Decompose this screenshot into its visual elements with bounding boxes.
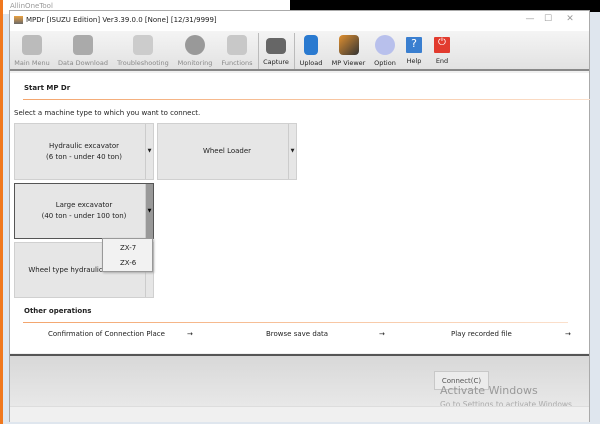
menu-item-zx-6[interactable]: ZX-6 — [120, 259, 136, 267]
download-icon — [73, 35, 93, 55]
machine-label: Wheel Loader — [202, 147, 252, 155]
machine-sublabel: (40 ton - under 100 ton) — [41, 212, 127, 220]
background-window-title: AllinOneTool — [10, 2, 53, 10]
machine-wheel-loader[interactable]: Wheel Loader ▼ — [157, 123, 297, 180]
large-excavator-dropdown-menu: ZX-7 ZX-6 — [102, 238, 153, 272]
maximize-button[interactable]: ☐ — [538, 14, 558, 24]
arrow-icon[interactable]: → — [565, 330, 571, 338]
instruction-text: Select a machine type to which you want … — [14, 109, 201, 117]
arrow-icon[interactable]: → — [379, 330, 385, 338]
toolbar-functions[interactable]: Functions — [219, 33, 255, 69]
toolbar-mp-viewer[interactable]: MP Viewer — [330, 33, 367, 69]
minimize-button[interactable]: — — [520, 14, 540, 24]
toolbar-help[interactable]: ? Help — [403, 33, 425, 69]
machine-label: Large excavator — [55, 201, 113, 209]
toolbar-separator — [294, 33, 295, 69]
window-title: MPDr [ISUZU Edition] Ver3.39.0.0 [None] … — [26, 16, 217, 24]
machine-sublabel: (6 ton - under 40 ton) — [46, 152, 122, 161]
close-button[interactable]: ✕ — [560, 14, 580, 24]
menu-item-zx-7[interactable]: ZX-7 — [120, 244, 136, 252]
status-bar — [10, 406, 589, 422]
gauge-icon — [185, 35, 205, 55]
content-panel: Start MP Dr Select a machine type to whi… — [10, 73, 590, 353]
machine-large-excavator[interactable]: Large excavator (40 ton - under 100 ton) ▼ — [14, 183, 154, 239]
dropdown-arrow-icon[interactable]: ▼ — [145, 184, 153, 238]
toolbar-troubleshooting[interactable]: Troubleshooting — [116, 33, 170, 69]
activate-windows-title: Activate Windows — [440, 384, 538, 397]
other-operations-heading: Other operations — [24, 307, 92, 315]
functions-icon — [227, 35, 247, 55]
upload-icon — [304, 35, 318, 55]
toolbar-capture[interactable]: Capture — [261, 33, 291, 69]
bottom-panel: Connect(C) Activate Windows Go to Settin… — [10, 354, 589, 409]
toolbar-main-menu[interactable]: Main Menu — [13, 33, 51, 69]
heading-divider — [23, 99, 590, 100]
toolbar-end[interactable]: ⏻ End — [431, 33, 453, 69]
link-confirmation-of-connection-place[interactable]: Confirmation of Connection Place — [48, 330, 165, 338]
machine-label: Hydraulic excavator — [48, 141, 120, 150]
other-divider — [23, 322, 568, 323]
app-icon — [14, 16, 23, 24]
stethoscope-icon — [133, 35, 153, 55]
arrow-icon[interactable]: → — [187, 330, 193, 338]
toolbar: Main Menu Data Download Troubleshooting … — [10, 31, 589, 71]
link-play-recorded-file[interactable]: Play recorded file — [451, 330, 512, 338]
help-icon: ? — [406, 37, 422, 53]
background-accent-strip — [0, 0, 3, 424]
start-heading: Start MP Dr — [24, 84, 71, 92]
toolbar-data-download[interactable]: Data Download — [57, 33, 109, 69]
dropdown-arrow-icon[interactable]: ▼ — [288, 124, 296, 179]
power-icon: ⏻ — [434, 37, 450, 53]
dropdown-arrow-icon[interactable]: ▼ — [145, 124, 153, 179]
link-browse-save-data[interactable]: Browse save data — [266, 330, 328, 338]
toolbar-option[interactable]: Option — [371, 33, 399, 69]
toolbar-separator — [258, 33, 259, 69]
computer-icon — [22, 35, 42, 55]
toolbar-monitoring[interactable]: Monitoring — [175, 33, 215, 69]
camera-icon — [266, 38, 286, 54]
toolbar-upload[interactable]: Upload — [298, 33, 324, 69]
gear-icon — [375, 35, 395, 55]
mpdr-window: MPDr [ISUZU Edition] Ver3.39.0.0 [None] … — [9, 10, 590, 422]
machine-hydraulic-excavator[interactable]: Hydraulic excavator (6 ton - under 40 ton… — [14, 123, 154, 180]
title-bar: MPDr [ISUZU Edition] Ver3.39.0.0 [None] … — [10, 11, 589, 31]
viewer-icon — [338, 35, 359, 55]
